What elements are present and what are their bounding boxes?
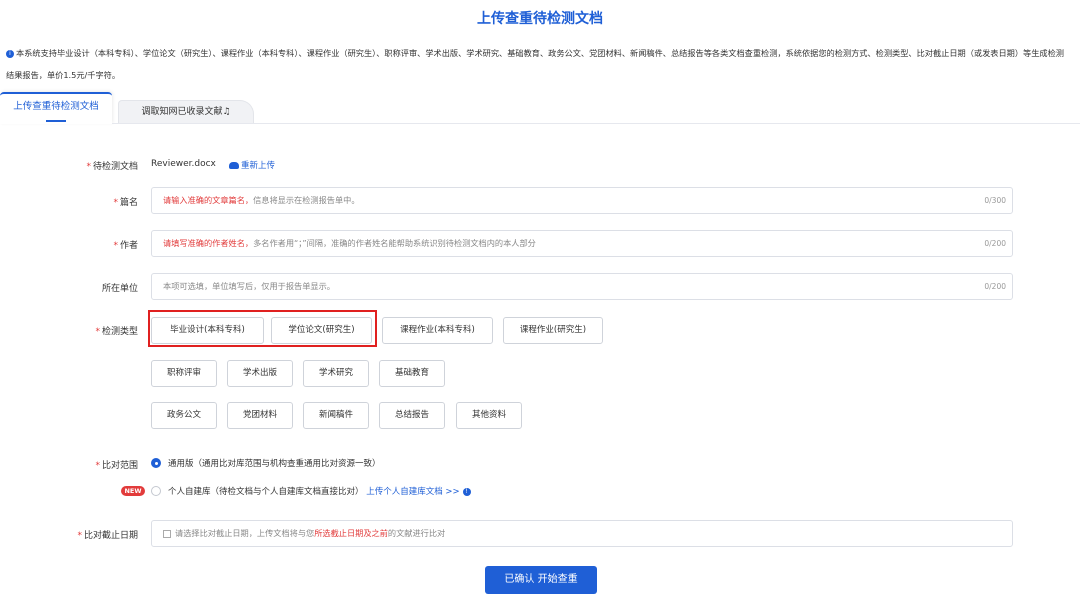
start-check-button[interactable]: 已确认 开始查重 <box>485 566 597 594</box>
help-icon[interactable]: ! <box>462 487 471 496</box>
highlight-box <box>148 310 377 347</box>
type-option-summary[interactable]: 总结报告 <box>379 402 445 429</box>
type-option-basic-edu[interactable]: 基础教育 <box>379 360 445 387</box>
scope-label: * 比对范围 <box>95 461 138 471</box>
bell-icon: ♫ <box>222 107 231 117</box>
scope-personal-text: 个人自建库（待检文档与个人自建库文档直接比对） 上传个人自建库文档 >>! <box>168 485 471 497</box>
cloud-upload-icon <box>229 162 239 169</box>
unit-label: 所在单位 <box>101 284 138 294</box>
date-input[interactable]: 请选择比对截止日期，上传文档将与您所选截止日期及之前的文献进行比对 <box>151 520 1013 547</box>
unit-row: 所在单位 本项可选填，单位填写后，仅用于报告单显示。 0/200 <box>0 273 1080 300</box>
file-name: Reviewer.docx <box>151 159 216 169</box>
type-option-other[interactable]: 其他资料 <box>456 402 522 429</box>
tab-upload[interactable]: 上传查重待检测文档 <box>0 92 112 124</box>
unit-input[interactable]: 本项可选填，单位填写后，仅用于报告单显示。 0/200 <box>151 273 1013 300</box>
title-label: * 篇名 <box>113 198 138 208</box>
personal-library-upload-link[interactable]: 上传个人自建库文档 >> <box>366 487 459 497</box>
unit-char-count: 0/200 <box>984 282 1006 291</box>
type-option-course-grad[interactable]: 课程作业(研究生) <box>503 317 603 344</box>
author-input[interactable]: 请填写准确的作者姓名，多名作者用“；”间隔，准确的作者姓名能帮助系统识别待检测文… <box>151 230 1013 257</box>
date-label: * 比对截止日期 <box>77 531 138 541</box>
tab-divider <box>112 123 1080 124</box>
type-option-gov-doc[interactable]: 政务公文 <box>151 402 217 429</box>
title-char-count: 0/300 <box>984 196 1006 205</box>
page-title: 上传查重待检测文档 <box>477 11 603 27</box>
notice-body: 本系统支持毕业设计（本科专科）、学位论文（研究生）、课程作业（本科专科）、课程作… <box>6 48 1064 80</box>
file-row: * 待检测文档 Reviewer.docx 重新上传 <box>0 158 1080 174</box>
title-row: * 篇名 请输入准确的文章篇名，信息将显示在检测报告单中。 0/300 <box>0 187 1080 214</box>
title-input[interactable]: 请输入准确的文章篇名，信息将显示在检测报告单中。 0/300 <box>151 187 1013 214</box>
file-label: * 待检测文档 <box>86 162 138 172</box>
type-label: * 检测类型 <box>95 327 138 337</box>
calendar-icon <box>163 529 171 538</box>
tab-cnki[interactable]: 调取知网已收录文献♫ <box>118 100 254 124</box>
type-option-publishing[interactable]: 学术出版 <box>227 360 293 387</box>
author-char-count: 0/200 <box>984 239 1006 248</box>
reupload-link[interactable]: 重新上传 <box>229 159 275 171</box>
type-option-course-undergrad[interactable]: 课程作业(本科专科) <box>382 317 493 344</box>
scope-radio-general[interactable] <box>151 458 161 468</box>
type-option-news[interactable]: 新闻稿件 <box>303 402 369 429</box>
tab-bar: 上传查重待检测文档 调取知网已收录文献♫ <box>0 92 1080 124</box>
scope-radio-personal[interactable] <box>151 486 161 496</box>
notice-text: i 本系统支持毕业设计（本科专科）、学位论文（研究生）、课程作业（本科专科）、课程… <box>6 42 1072 86</box>
info-icon: i <box>6 49 14 58</box>
scope-general-text: 通用版（通用比对库范围与机构查重通用比对资源一致） <box>168 459 381 469</box>
new-badge: NEW <box>121 486 145 496</box>
type-option-research[interactable]: 学术研究 <box>303 360 369 387</box>
tab-cnki-label: 调取知网已收录文献 <box>141 107 223 117</box>
type-option-title-review[interactable]: 职称评审 <box>151 360 217 387</box>
tab-upload-label: 上传查重待检测文档 <box>13 101 99 112</box>
author-label: * 作者 <box>113 241 138 251</box>
tab-underline <box>46 120 66 122</box>
type-option-party-material[interactable]: 党团材料 <box>227 402 293 429</box>
author-row: * 作者 请填写准确的作者姓名，多名作者用“；”间隔，准确的作者姓名能帮助系统识别… <box>0 230 1080 257</box>
